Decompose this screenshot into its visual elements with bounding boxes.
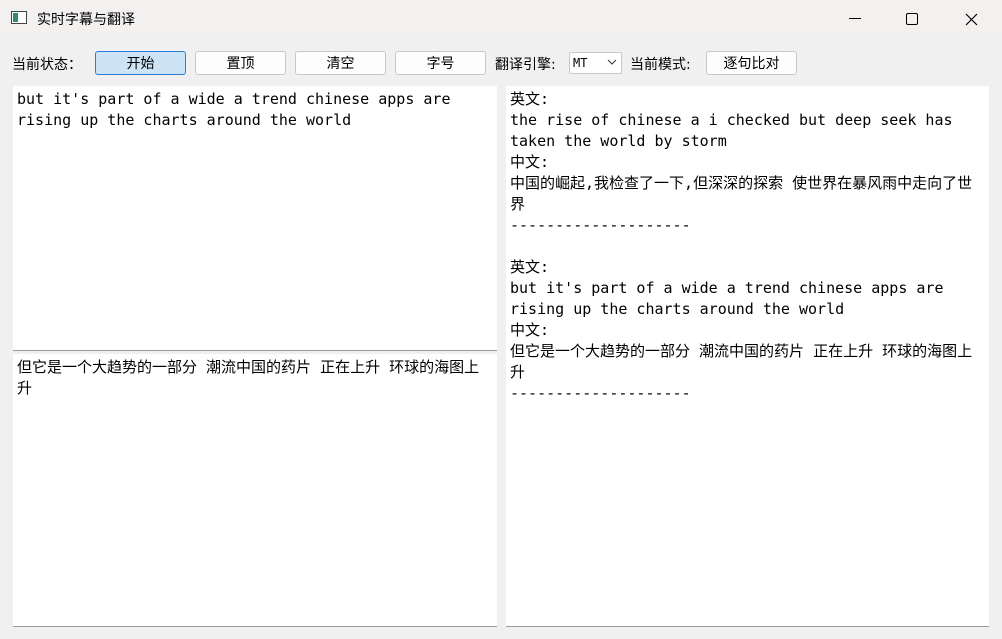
translation-text-pane[interactable]: 但它是一个大趋势的一部分 潮流中国的药片 正在上升 环球的海图上升 [13, 354, 497, 626]
english-label: 英文: [510, 90, 550, 108]
app-icon [11, 11, 27, 24]
left-bottom-border [13, 626, 497, 627]
source-text: but it's part of a wide a trend chinese … [17, 90, 460, 129]
engine-select[interactable]: MT [569, 52, 622, 74]
english-text: but it's part of a wide a trend chinese … [510, 279, 953, 318]
mode-label: 当前模式: [630, 57, 691, 73]
minimize-icon [849, 18, 861, 19]
english-text: the rise of chinese a i checked but deep… [510, 111, 962, 150]
clear-button[interactable]: 清空 [295, 51, 386, 75]
history-pane[interactable]: 英文: the rise of chinese a i checked but … [506, 86, 989, 626]
close-icon [965, 13, 977, 25]
maximize-icon [906, 13, 918, 25]
close-button[interactable] [942, 0, 1000, 38]
right-bottom-border [506, 626, 989, 627]
chinese-label: 中文: [510, 153, 550, 171]
source-text-pane[interactable]: but it's part of a wide a trend chinese … [13, 86, 497, 350]
chinese-text: 中国的崛起,我检查了一下,但深深的探索 使世界在暴风雨中走向了世界 [510, 174, 973, 213]
chinese-text: 但它是一个大趋势的一部分 潮流中国的药片 正在上升 环球的海图上升 [510, 342, 973, 381]
separator-line: -------------------- [510, 216, 691, 234]
chevron-down-icon [607, 59, 617, 65]
minimize-button[interactable] [826, 0, 884, 38]
pin-button[interactable]: 置顶 [195, 51, 286, 75]
translation-text: 但它是一个大趋势的一部分 潮流中国的药片 正在上升 环球的海图上升 [17, 358, 480, 397]
history-entry: 英文: but it's part of a wide a trend chin… [510, 257, 985, 404]
engine-select-value: MT [573, 56, 588, 70]
maximize-button[interactable] [883, 0, 941, 38]
engine-label: 翻译引擎: [495, 57, 556, 73]
status-label: 当前状态： [12, 57, 82, 73]
history-entry: 英文: the rise of chinese a i checked but … [510, 89, 985, 236]
english-label: 英文: [510, 258, 550, 276]
title-bar: 实时字幕与翻译 [0, 0, 1002, 38]
window-title: 实时字幕与翻译 [37, 12, 135, 28]
start-button[interactable]: 开始 [95, 51, 186, 75]
separator-line: -------------------- [510, 384, 691, 402]
mode-button[interactable]: 逐句比对 [706, 51, 797, 75]
font-size-button[interactable]: 字号 [395, 51, 486, 75]
chinese-label: 中文: [510, 321, 550, 339]
